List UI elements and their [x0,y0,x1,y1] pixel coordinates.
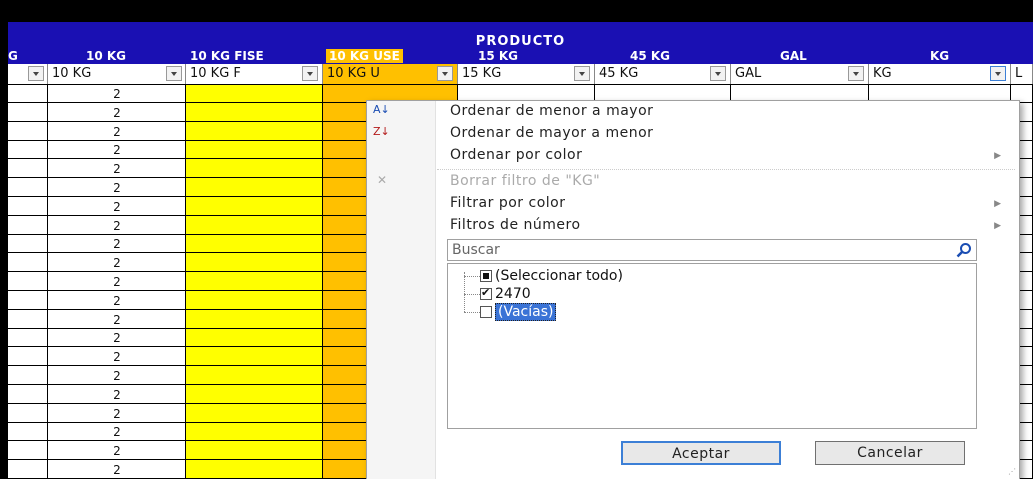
filter-cell-kg: KG [869,64,1011,84]
col-header-15kg: 15 KG [478,49,519,63]
cell-10kg-value[interactable]: 2 [48,273,186,291]
list-item-label: 2470 [495,286,531,302]
menu-sort-ascending[interactable]: Ordenar de menor a mayor [450,103,653,119]
filter-cell-l: L [1011,64,1033,84]
search-placeholder: Buscar [452,242,500,258]
menu-separator [437,169,1015,170]
filter-cell-15kg: 15 KG [458,64,595,84]
search-input[interactable]: Buscar [447,239,977,261]
checkbox-unchecked-icon[interactable] [480,306,492,318]
list-item-2470[interactable]: 2470 [464,286,531,304]
menu-sort-descending[interactable]: Ordenar de mayor a menor [450,125,653,141]
filter-label: 10 KG F [190,66,241,81]
checkbox-checked-icon[interactable] [480,286,492,300]
cell-10kg-value[interactable]: 2 [48,292,186,310]
cell-10kg-value[interactable]: 2 [48,329,186,347]
resize-grip-icon[interactable]: ⋰ [1008,467,1016,476]
filter-label: KG [873,66,892,81]
cell-10kg-value[interactable]: 2 [48,386,186,404]
filter-dropdown-button[interactable] [848,66,864,81]
filter-dropdown-button[interactable] [28,66,44,81]
list-item-label: (Seleccionar todo) [495,268,623,284]
col-header-10kg-fise: 10 KG FISE [190,49,264,63]
filter-label: 15 KG [462,66,502,81]
col-header-g: G [8,49,18,63]
clear-filter-icon: ✕ [377,173,388,187]
cell-10kg-value[interactable]: 2 [48,311,186,329]
filter-cell-10kg: 10 KG [48,64,186,84]
filter-label: 45 KG [599,66,639,81]
cancel-button[interactable]: Cancelar [815,441,965,465]
menu-sort-by-color[interactable]: Ordenar por color [450,147,582,163]
menu-icon-strip [367,101,436,479]
list-item-label-selected: (Vacías) [495,303,557,321]
col-header-10kg: 10 KG [86,49,127,63]
list-item-empty[interactable]: (Vacías) [464,303,557,322]
cell-10kg-value[interactable]: 2 [48,85,186,103]
col-header-45kg: 45 KG [630,49,671,63]
spreadsheet: PRODUCTO G 10 KG 10 KG FISE 10 KG USE 15… [8,22,1033,479]
list-item-select-all[interactable]: (Seleccionar todo) [464,268,623,286]
filter-cell-45kg: 45 KG [595,64,731,84]
autofilter-dropdown: A↓ Ordenar de menor a mayor Z↓ Ordenar d… [366,100,1020,479]
filter-cell-0 [8,64,48,84]
value-checklist: (Seleccionar todo) 2470 (Vacías) [447,263,977,429]
cell-10kg-value[interactable]: 2 [48,461,186,479]
menu-number-filters[interactable]: Filtros de número [450,217,581,233]
col-header-kg: KG [930,49,950,63]
accept-button[interactable]: Aceptar [621,441,781,465]
cell-10kg-value[interactable]: 2 [48,217,186,235]
submenu-arrow-icon: ▶ [994,221,1001,231]
filter-dropdown-button[interactable] [710,66,726,81]
sort-desc-icon: Z↓ [373,125,390,138]
menu-sort-by-color-label: Ordenar por color [450,147,583,163]
cell-10kg-value[interactable]: 2 [48,367,186,385]
cell-10kg-value[interactable]: 2 [48,179,186,197]
group-title: PRODUCTO [475,34,566,49]
cell-10kg-value[interactable]: 2 [48,254,186,272]
cell-10kg-value[interactable]: 2 [48,141,186,159]
filter-row: 10 KG 10 KG F 10 KG U 15 KG 45 KG GAL KG… [8,64,1033,85]
screenshot-frame: PRODUCTO G 10 KG 10 KG FISE 10 KG USE 15… [0,0,1033,479]
col-header-10kg-use: 10 KG USE [326,49,403,63]
menu-clear-filter: Borrar filtro de "KG" [450,173,601,189]
cell-10kg-value[interactable]: 2 [48,104,186,122]
filter-label: L [1015,66,1023,81]
sort-asc-icon: A↓ [373,103,390,116]
cell-10kg-value[interactable]: 2 [48,348,186,366]
checkbox-partial-icon[interactable] [480,270,492,282]
filter-label: 10 KG [52,66,92,81]
cell-10kg-value[interactable]: 2 [48,405,186,423]
filter-label: 10 KG U [327,66,380,81]
filter-cell-10kg-fise: 10 KG F [186,64,323,84]
cell-10kg-value[interactable]: 2 [48,423,186,441]
submenu-arrow-icon: ▶ [994,151,1001,161]
cell-10kg-value[interactable]: 2 [48,198,186,216]
col-header-gal: GAL [780,49,807,63]
cell-10kg-value[interactable]: 2 [48,235,186,253]
submenu-arrow-icon: ▶ [994,199,1001,209]
filter-dropdown-button[interactable] [437,66,453,81]
cell-10kg-value[interactable]: 2 [48,123,186,141]
cell-10kg-value[interactable]: 2 [48,442,186,460]
filter-dropdown-button[interactable] [302,66,318,81]
filter-dropdown-button[interactable] [166,66,182,81]
filter-dropdown-button-active[interactable] [990,66,1006,81]
filter-cell-10kg-use: 10 KG U [323,64,458,84]
header-band: PRODUCTO G 10 KG 10 KG FISE 10 KG USE 15… [8,22,1033,64]
filter-label: GAL [735,66,762,81]
filter-dropdown-button[interactable] [574,66,590,81]
filter-cell-gal: GAL [731,64,869,84]
cell-10kg-value[interactable]: 2 [48,160,186,178]
search-icon [956,243,971,258]
menu-filter-by-color[interactable]: Filtrar por color [450,195,565,211]
